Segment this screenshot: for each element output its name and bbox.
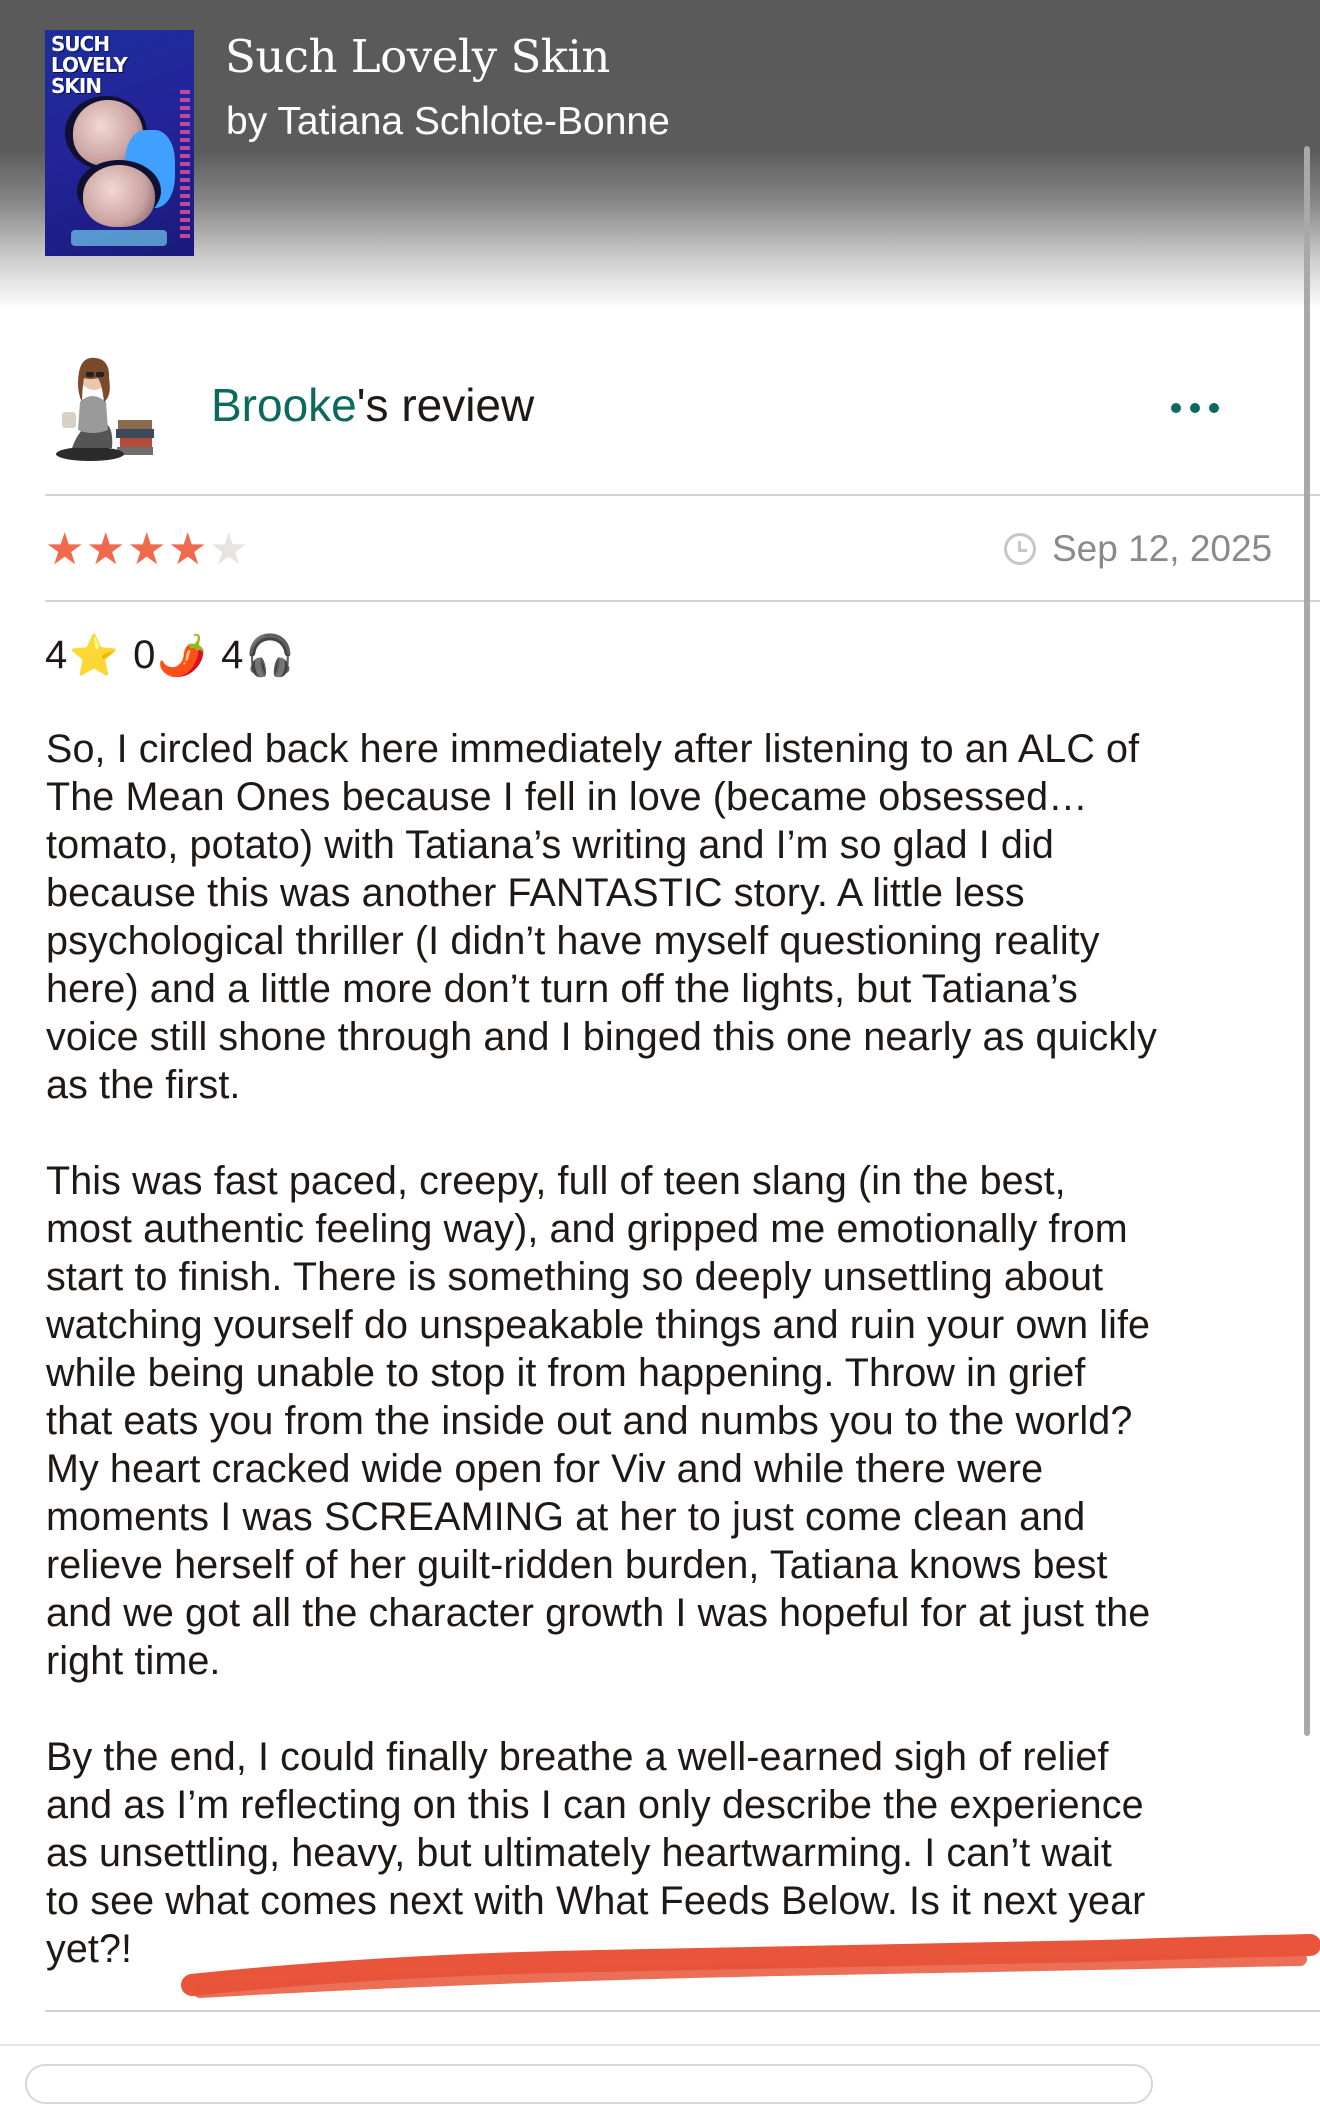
star-empty-icon: ★ <box>209 524 249 575</box>
cover-art-face <box>83 165 155 227</box>
scrollbar[interactable] <box>1304 146 1310 1736</box>
emoji-rating-value: 4 <box>221 633 244 677</box>
chili-pepper-icon: 🌶️ <box>157 634 208 678</box>
book-author[interactable]: by Tatiana Schlote-Bonne <box>226 100 670 144</box>
more-options-button[interactable] <box>1165 378 1225 438</box>
cover-art-shape <box>71 230 167 246</box>
book-cover-image[interactable]: SUCH LOVELY SKIN <box>45 30 194 256</box>
comment-input-box[interactable] <box>25 2064 1153 2104</box>
reviewer-name-link[interactable]: Brooke <box>211 379 357 431</box>
divider <box>45 494 1320 496</box>
avatar-illustration <box>56 357 154 461</box>
review-text: So, I circled back here immediately afte… <box>46 725 1306 2021</box>
ellipsis-icon <box>1171 403 1181 413</box>
emoji-rating-value: 4 <box>45 633 68 677</box>
star-filled-icon: ★ <box>45 524 85 575</box>
ellipsis-icon <box>1190 403 1200 413</box>
avatar[interactable] <box>52 350 160 466</box>
ellipsis-icon <box>1209 403 1219 413</box>
divider <box>45 600 1320 602</box>
divider <box>45 2010 1320 2012</box>
review-paragraph: So, I circled back here immediately afte… <box>46 727 1157 1107</box>
cover-title-text: SUCH LOVELY SKIN <box>51 32 128 98</box>
clock-icon <box>1004 533 1036 565</box>
red-underline-annotation <box>181 1934 1320 1998</box>
review-heading: Brooke's review <box>211 378 534 432</box>
review-paragraph: This was fast paced, creepy, full of tee… <box>46 1159 1151 1683</box>
review-date: Sep 12, 2025 <box>1004 528 1272 570</box>
book-title[interactable]: Such Lovely Skin <box>225 30 610 83</box>
divider <box>0 2044 1320 2046</box>
star-filled-icon: ★ <box>127 524 167 575</box>
headphones-icon: 🎧 <box>245 634 296 678</box>
star-filled-icon: ★ <box>86 524 126 575</box>
emoji-ratings: 4 ⭐ 0 🌶️ 4 🎧 <box>45 632 309 679</box>
emoji-rating-value: 0 <box>133 633 156 677</box>
review-date-text: Sep 12, 2025 <box>1052 528 1273 569</box>
star-filled-icon: ★ <box>168 524 208 575</box>
star-rating: ★ ★ ★ ★ ★ <box>45 528 250 572</box>
star-icon: ⭐ <box>69 634 120 678</box>
review-heading-suffix: 's review <box>356 379 535 431</box>
cover-author-text <box>180 90 190 240</box>
book-header: SUCH LOVELY SKIN Such Lovely Skin by Tat… <box>0 0 1320 310</box>
